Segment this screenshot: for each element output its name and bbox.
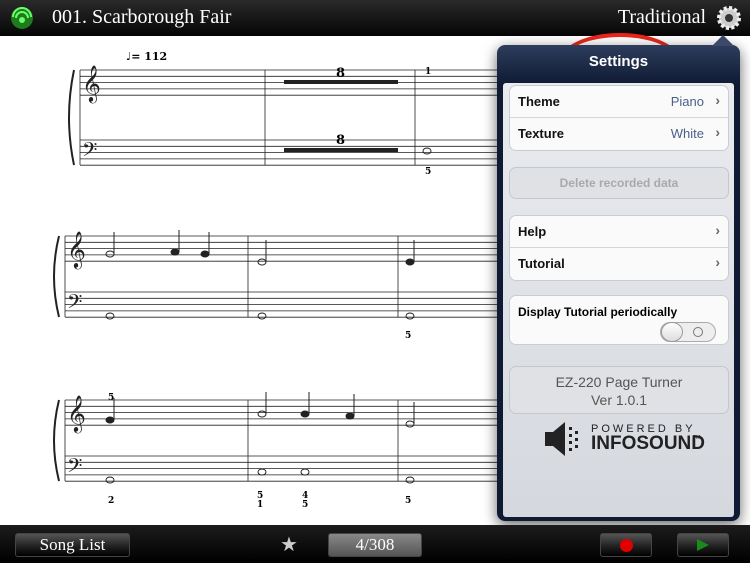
note-head: [105, 476, 115, 484]
bottom-bar: Song List ★ 4/308: [0, 525, 750, 563]
play-icon: [697, 539, 709, 551]
gear-icon[interactable]: [716, 5, 742, 31]
note-head: [405, 258, 415, 266]
fingering: 5: [405, 331, 411, 341]
help-label: Help: [518, 224, 547, 239]
speaker-icon: [545, 422, 578, 456]
record-icon: [619, 539, 633, 552]
fingering: 1: [425, 67, 431, 77]
settings-title: Settings: [588, 53, 649, 70]
settings-popover: Settings Theme Piano › Texture White › Delet…: [497, 35, 740, 521]
note-head: [200, 250, 210, 258]
fingering: 1: [257, 500, 263, 510]
version-box: EZ-220 Page Turner Ver 1.0.1: [509, 366, 729, 414]
multirest-number: 8: [336, 66, 345, 81]
app-name: EZ-220 Page Turner: [555, 374, 683, 390]
note-head: [170, 248, 180, 256]
settings-body: Theme Piano › Texture White › Delete recorde…: [503, 83, 734, 517]
note-head: [405, 312, 415, 320]
chevron-right-icon: ›: [715, 92, 720, 108]
tutorial-row[interactable]: Tutorial ›: [510, 248, 728, 280]
brace: [68, 69, 75, 166]
app-version: Ver 1.0.1: [590, 392, 648, 408]
fingering: 5: [405, 496, 411, 506]
fingering: 2: [108, 496, 114, 506]
record-button[interactable]: [600, 533, 652, 557]
signal-icon[interactable]: [10, 6, 34, 30]
note-head: [405, 476, 415, 484]
brace: [53, 235, 60, 318]
tempo-mark: ♩= 112: [126, 50, 167, 63]
appearance-group: Theme Piano › Texture White ›: [509, 85, 729, 151]
texture-value: White: [670, 126, 704, 141]
tutorial-toggle[interactable]: [660, 322, 716, 342]
multirest-number: 8: [336, 133, 345, 148]
texture-label: Texture: [518, 126, 564, 141]
note-head: [257, 258, 267, 266]
star-icon[interactable]: ★: [280, 532, 298, 557]
note-head: [422, 147, 432, 155]
multirest-bar: [284, 148, 398, 152]
note-head: [345, 412, 355, 420]
chevron-right-icon: ›: [715, 254, 720, 270]
note-head: [105, 250, 115, 258]
help-group: Help › Tutorial ›: [509, 215, 729, 281]
multirest-bar: [284, 80, 398, 84]
note-head: [257, 468, 267, 476]
tutorial-label: Tutorial: [518, 256, 565, 271]
tutorial-toggle-label: Display Tutorial periodically: [518, 305, 678, 319]
treble-clef: 𝄞: [67, 394, 86, 433]
brace: [53, 399, 60, 482]
note-head: [300, 410, 310, 418]
bass-clef: 𝄢: [67, 454, 82, 482]
delete-recorded-data-button[interactable]: Delete recorded data: [509, 167, 729, 199]
chevron-right-icon: ›: [715, 222, 720, 238]
fingering: 5: [108, 393, 114, 403]
song-list-button[interactable]: Song List: [15, 533, 130, 557]
chevron-right-icon: ›: [715, 124, 720, 140]
note-head: [300, 468, 310, 476]
note-head: [105, 312, 115, 320]
theme-row[interactable]: Theme Piano ›: [510, 86, 728, 118]
texture-row[interactable]: Texture White ›: [510, 118, 728, 150]
popover-arrow: [712, 35, 734, 46]
bass-clef: 𝄢: [67, 290, 82, 318]
theme-label: Theme: [518, 94, 560, 109]
note-head: [405, 420, 415, 428]
infosound-logo: POWERED BY INFOSOUND TM: [543, 421, 705, 461]
note-head: [105, 416, 115, 424]
song-title: 001. Scarborough Fair: [52, 6, 232, 28]
play-button[interactable]: [677, 533, 729, 557]
help-row[interactable]: Help ›: [510, 216, 728, 248]
top-bar: 001. Scarborough Fair Traditional: [0, 0, 750, 36]
note-head: [257, 410, 267, 418]
fingering: 5: [425, 167, 431, 177]
treble-clef: 𝄞: [67, 230, 86, 269]
note-head: [257, 312, 267, 320]
bass-clef: 𝄢: [82, 138, 97, 166]
theme-value: Piano: [670, 94, 704, 109]
fingering: 5: [302, 500, 308, 510]
style-label: Traditional: [617, 6, 706, 28]
treble-clef: 𝄞: [82, 64, 101, 103]
tutorial-toggle-group: Display Tutorial periodically: [509, 295, 729, 345]
page-indicator[interactable]: 4/308: [328, 533, 422, 557]
